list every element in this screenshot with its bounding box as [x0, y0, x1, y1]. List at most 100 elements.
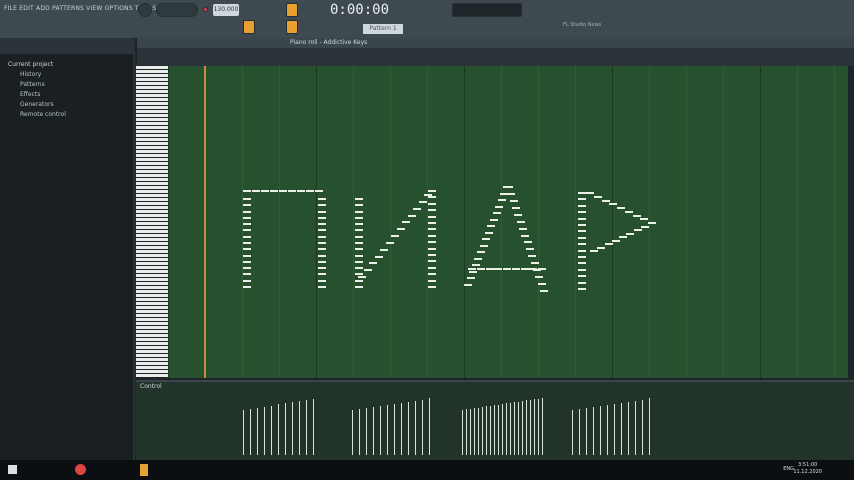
- note[interactable]: [428, 254, 436, 256]
- note[interactable]: [485, 268, 494, 270]
- note[interactable]: [640, 225, 649, 228]
- note[interactable]: [516, 220, 525, 223]
- note[interactable]: [578, 211, 586, 214]
- note[interactable]: [505, 186, 513, 188]
- velocity-bar[interactable]: [278, 404, 279, 455]
- note[interactable]: [355, 242, 363, 244]
- note[interactable]: [355, 254, 363, 257]
- note[interactable]: [540, 290, 548, 292]
- chrome-icon[interactable]: [75, 464, 86, 475]
- note[interactable]: [243, 223, 251, 226]
- note[interactable]: [494, 268, 503, 270]
- note[interactable]: [315, 190, 323, 192]
- metronome-button[interactable]: [286, 20, 298, 34]
- note[interactable]: [402, 221, 410, 224]
- velocity-bar[interactable]: [579, 408, 580, 455]
- note[interactable]: [578, 192, 586, 194]
- velocity-bar[interactable]: [486, 406, 487, 455]
- note[interactable]: [369, 262, 377, 265]
- note[interactable]: [484, 231, 493, 234]
- note[interactable]: [535, 276, 544, 279]
- note[interactable]: [523, 241, 532, 244]
- velocity-bar[interactable]: [542, 398, 543, 455]
- velocity-bar[interactable]: [600, 405, 601, 455]
- velocity-bar[interactable]: [642, 399, 643, 455]
- velocity-bar[interactable]: [264, 406, 265, 455]
- velocity-bar[interactable]: [607, 404, 608, 455]
- note[interactable]: [578, 249, 586, 252]
- velocity-bar[interactable]: [299, 401, 300, 455]
- velocity-bar[interactable]: [490, 405, 491, 455]
- note[interactable]: [578, 256, 586, 258]
- browser-item[interactable]: Patterns: [0, 80, 133, 90]
- browser-item[interactable]: History: [0, 70, 133, 80]
- note[interactable]: [428, 196, 436, 199]
- note[interactable]: [512, 206, 520, 209]
- velocity-bar[interactable]: [271, 405, 272, 455]
- note[interactable]: [528, 255, 537, 258]
- note[interactable]: [355, 286, 363, 288]
- velocity-bar[interactable]: [628, 401, 629, 455]
- velocity-bar[interactable]: [466, 409, 467, 455]
- note[interactable]: [261, 190, 269, 192]
- record-button[interactable]: [203, 7, 208, 12]
- note[interactable]: [243, 260, 251, 263]
- note[interactable]: [243, 286, 251, 288]
- note[interactable]: [424, 194, 432, 196]
- velocity-bar[interactable]: [257, 407, 258, 455]
- note[interactable]: [428, 273, 436, 276]
- note[interactable]: [530, 262, 539, 265]
- note[interactable]: [243, 248, 251, 251]
- note[interactable]: [471, 264, 480, 267]
- note[interactable]: [578, 198, 586, 201]
- velocity-bar[interactable]: [514, 402, 515, 455]
- note[interactable]: [537, 283, 546, 286]
- velocity-bar[interactable]: [285, 403, 286, 455]
- note[interactable]: [396, 228, 405, 231]
- note[interactable]: [318, 267, 326, 270]
- note[interactable]: [318, 223, 326, 226]
- velocity-bar[interactable]: [470, 408, 471, 455]
- note[interactable]: [578, 275, 586, 278]
- fl-studio-icon[interactable]: [140, 464, 148, 476]
- note[interactable]: [243, 216, 251, 219]
- velocity-bar[interactable]: [306, 399, 307, 455]
- note[interactable]: [492, 212, 501, 215]
- note[interactable]: [624, 210, 633, 213]
- note[interactable]: [428, 222, 436, 224]
- note[interactable]: [578, 204, 586, 207]
- note[interactable]: [318, 248, 326, 251]
- note[interactable]: [243, 190, 251, 192]
- velocity-bar[interactable]: [429, 398, 430, 455]
- browser-item[interactable]: Remote control: [0, 110, 133, 120]
- velocity-bar[interactable]: [510, 402, 511, 455]
- note[interactable]: [578, 217, 586, 220]
- note[interactable]: [428, 190, 436, 192]
- velocity-bar[interactable]: [401, 402, 402, 455]
- note[interactable]: [521, 234, 530, 237]
- note[interactable]: [511, 268, 520, 270]
- note[interactable]: [318, 210, 326, 213]
- note[interactable]: [578, 268, 586, 271]
- velocity-bar[interactable]: [502, 404, 503, 455]
- velocity-bar[interactable]: [359, 408, 360, 455]
- velocity-bar[interactable]: [522, 401, 523, 455]
- velocity-bar[interactable]: [530, 399, 531, 455]
- note[interactable]: [497, 199, 506, 202]
- note[interactable]: [520, 268, 529, 270]
- note[interactable]: [355, 279, 363, 282]
- note[interactable]: [578, 236, 586, 239]
- note[interactable]: [477, 251, 485, 254]
- note[interactable]: [519, 227, 527, 230]
- note[interactable]: [632, 214, 641, 217]
- note[interactable]: [288, 190, 296, 192]
- velocity-bar[interactable]: [366, 407, 367, 455]
- note[interactable]: [428, 215, 436, 218]
- velocity-bar[interactable]: [494, 405, 495, 455]
- note[interactable]: [428, 234, 436, 237]
- note[interactable]: [318, 260, 326, 263]
- note[interactable]: [306, 190, 314, 192]
- windows-start-icon[interactable]: [8, 465, 17, 474]
- note[interactable]: [407, 214, 416, 217]
- velocity-bar[interactable]: [462, 410, 463, 455]
